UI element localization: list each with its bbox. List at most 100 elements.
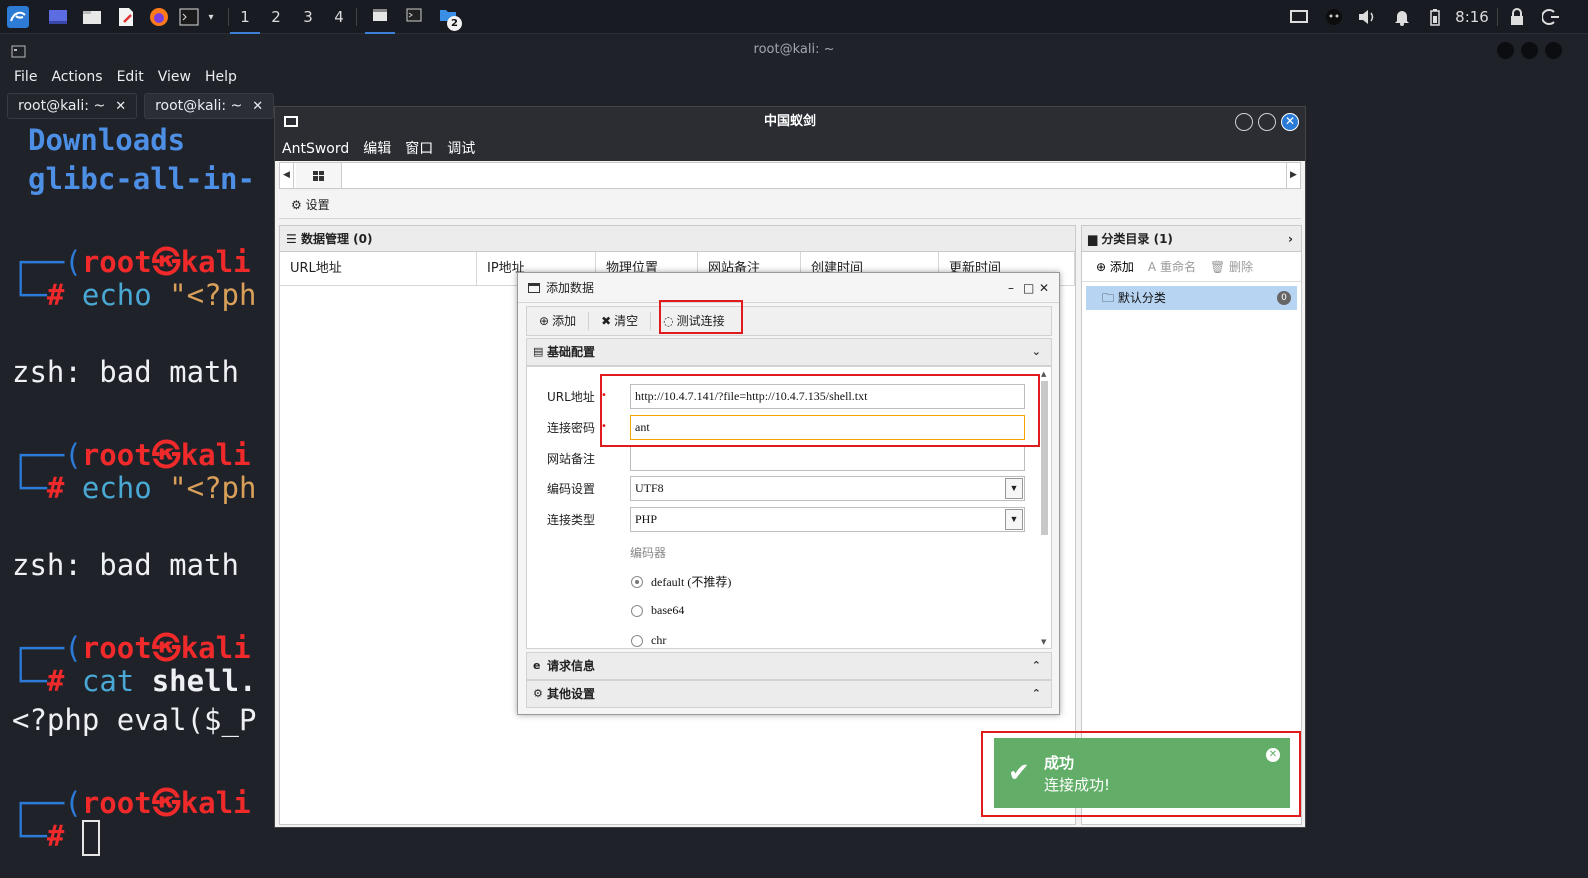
grid-icon — [313, 170, 324, 181]
lock-icon[interactable] — [1506, 6, 1528, 28]
menu-help[interactable]: Help — [198, 65, 244, 89]
category-item-default[interactable]: 🗀 默认分类 0 — [1086, 286, 1297, 310]
note-label: 网站备注 — [547, 452, 596, 466]
delete-category-button[interactable]: 🗑 删除 — [1210, 258, 1253, 275]
settings-bar[interactable]: ⚙ 设置 — [279, 191, 1301, 219]
workspace-4[interactable]: 4 — [324, 6, 354, 28]
menu-actions[interactable]: Actions — [44, 65, 109, 89]
dialog-maximize-button[interactable]: □ — [1023, 273, 1034, 303]
chevron-down-icon[interactable]: ▾ — [204, 6, 218, 28]
font-icon: A — [1147, 260, 1157, 274]
terminal-line: glibc-all-in- — [28, 162, 255, 196]
menu-window[interactable]: 窗口 — [398, 137, 440, 161]
clear-button[interactable]: ✖ 清空 — [589, 312, 652, 330]
antsword-close-button[interactable]: ✕ — [1281, 113, 1299, 131]
prompt-user: root — [81, 438, 152, 472]
menu-edit[interactable]: Edit — [110, 65, 151, 89]
menu-antsword[interactable]: AntSword — [275, 137, 356, 161]
text-editor-icon[interactable] — [115, 6, 137, 28]
section-request-info[interactable]: e 请求信息 ⌃ — [526, 652, 1052, 680]
battery-icon[interactable] — [1426, 6, 1444, 28]
gears-icon: ⚙ — [533, 687, 543, 700]
antsword-menubar: AntSword 编辑 窗口 调试 — [275, 137, 1305, 161]
volume-icon[interactable] — [1356, 6, 1378, 28]
encoding-value: UTF8 — [635, 481, 664, 495]
type-row: 连接类型 PHP ▼ — [527, 507, 1047, 533]
prompt-at: ㉿ — [151, 631, 181, 665]
terminal-tab-1[interactable]: root@kali: ~ ✕ — [7, 93, 138, 119]
prompt-host: kali — [180, 786, 251, 820]
workspace-3[interactable]: 3 — [293, 6, 323, 28]
antsword-maximize-button[interactable] — [1258, 113, 1276, 131]
prompt-line: ┌──(root㉿kali — [12, 786, 251, 820]
url-label: URL地址 — [547, 390, 595, 404]
prompt-line: ┌──(root㉿kali — [12, 438, 251, 472]
menu-file[interactable]: File — [0, 65, 44, 89]
chevron-right-icon[interactable]: › — [1288, 226, 1293, 252]
tab-close-icon[interactable]: ✕ — [252, 99, 263, 114]
dialog-minimize-button[interactable]: – — [1008, 273, 1014, 303]
encoding-select[interactable]: UTF8 ▼ — [630, 476, 1025, 501]
display-icon[interactable] — [1288, 6, 1310, 28]
antsword-title: 中国蚁剑 — [763, 114, 816, 129]
terminal-output[interactable]: Downloads glibc-all-in- ┌──(root㉿kali └─… — [0, 123, 280, 878]
taskbar-window-1[interactable] — [365, 6, 395, 34]
taskbar-terminal[interactable] — [403, 6, 425, 28]
type-select[interactable]: PHP ▼ — [630, 507, 1025, 532]
workspace-2[interactable]: 2 — [261, 6, 291, 28]
menu-edit[interactable]: 编辑 — [356, 137, 398, 161]
data-panel-title: 数据管理 (0) — [300, 232, 373, 246]
add-button[interactable]: ⊕ 添加 — [527, 312, 590, 330]
section-other-settings[interactable]: ⚙ 其他设置 ⌃ — [526, 680, 1052, 708]
encoder-option-base64[interactable]: base64 — [631, 603, 684, 618]
firefox-icon[interactable] — [148, 6, 170, 28]
logout-icon[interactable] — [1540, 6, 1562, 28]
window-icon — [528, 283, 540, 293]
tab-close-icon[interactable]: ✕ — [115, 99, 126, 114]
chevron-up-icon: ⌃ — [1031, 687, 1041, 700]
radio-button — [631, 604, 643, 617]
scrollbar-thumb[interactable] — [1041, 381, 1048, 535]
kali-menu-icon[interactable] — [6, 6, 30, 28]
terminal-tab-2[interactable]: root@kali: ~ ✕ — [144, 93, 275, 119]
clock[interactable]: 8:16 — [1452, 6, 1492, 28]
radio-button — [631, 634, 643, 647]
antsword-titlebar: 中国蚁剑 ✕ — [275, 107, 1305, 137]
terminal-minimize-button[interactable] — [1497, 42, 1514, 59]
rename-category-button[interactable]: A 重命名 — [1148, 258, 1196, 275]
antsword-minimize-button[interactable] — [1235, 113, 1253, 131]
terminal-maximize-button[interactable] — [1521, 42, 1538, 59]
tab-scroll-right-icon[interactable]: ▶ — [1286, 163, 1300, 188]
section-title: 基础配置 — [547, 345, 596, 359]
note-input[interactable] — [630, 446, 1025, 471]
command: echo — [81, 278, 152, 312]
terminal-line: zsh: bad math — [12, 355, 239, 389]
notification-bell-icon[interactable] — [1391, 6, 1413, 28]
terminal-close-button[interactable] — [1545, 42, 1562, 59]
toast-close-icon[interactable]: ✕ — [1266, 748, 1280, 762]
plus-circle-icon: ⊕ — [1096, 260, 1107, 274]
form-scrollbar[interactable]: ▲ ▼ — [1039, 367, 1049, 648]
check-icon: ✔ — [1008, 758, 1030, 788]
section-basic-config[interactable]: ▤ 基础配置 ⌄ — [526, 338, 1052, 366]
radio-button — [631, 575, 643, 588]
network-icon[interactable] — [1323, 6, 1345, 28]
dialog-toolbar: ⊕ 添加 ✖ 清空 ◌ 测试连接 — [526, 306, 1052, 336]
terminal-tabs: root@kali: ~ ✕ root@kali: ~ ✕ — [0, 93, 275, 121]
success-toast: ✔ 成功 连接成功! ✕ — [994, 738, 1290, 808]
dialog-close-button[interactable]: ✕ — [1039, 273, 1049, 303]
show-desktop-icon[interactable] — [47, 6, 69, 28]
column-header[interactable]: URL地址 — [280, 252, 477, 285]
menu-debug[interactable]: 调试 — [440, 137, 482, 161]
add-category-button[interactable]: ⊕ 添加 — [1096, 258, 1134, 275]
file-manager-icon[interactable] — [81, 6, 103, 28]
encoder-option-default[interactable]: default (不推荐) — [631, 573, 731, 590]
home-tab[interactable] — [296, 163, 342, 188]
encoder-option-chr[interactable]: chr — [631, 633, 666, 648]
workspace-1[interactable]: 1 — [230, 6, 260, 34]
settings-label: 设置 — [305, 198, 330, 212]
terminal-launcher-icon[interactable] — [178, 6, 200, 28]
menu-view[interactable]: View — [151, 65, 198, 89]
tab-scroll-left-icon[interactable]: ◀ — [280, 163, 294, 188]
category-count-badge: 0 — [1277, 291, 1291, 305]
